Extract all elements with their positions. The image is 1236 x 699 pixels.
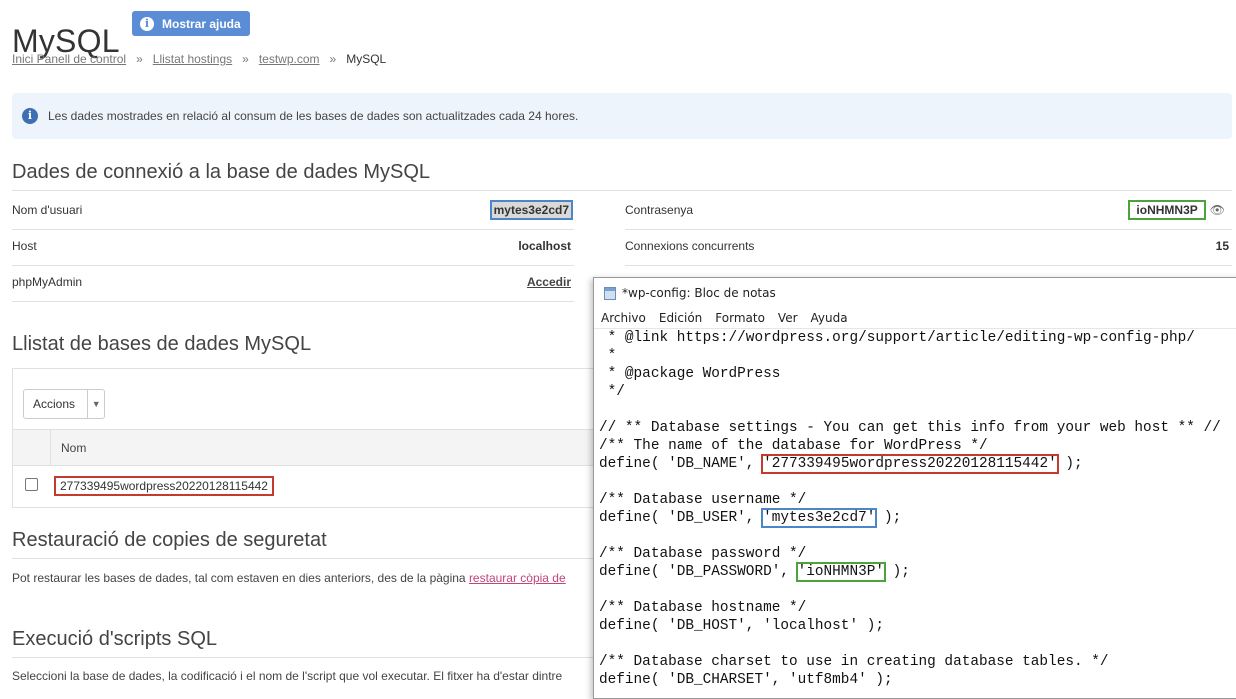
password-label: Contrasenya (625, 203, 694, 217)
db-list-panel: Accions ▼ Nom 277339495wordpress20220128… (12, 368, 612, 508)
host-value: localhost (518, 239, 571, 253)
code-line: define( 'DB_USER', 'mytes3e2cd7' ); (599, 508, 902, 528)
code-line: ​ (599, 635, 1221, 653)
code-line: ​ (599, 473, 1221, 491)
code-line: ​ (599, 581, 1221, 599)
breadcrumb-home[interactable]: Inici Panell de control (12, 52, 126, 66)
restore-heading: Restauració de copies de seguretat (12, 529, 327, 551)
phpmyadmin-link[interactable]: Accedir (527, 275, 571, 289)
menu-formato[interactable]: Formato (715, 311, 765, 325)
notepad-titlebar[interactable]: *wp-config: Bloc de notas (604, 286, 776, 300)
menu-edicion[interactable]: Edición (659, 311, 702, 325)
connection-heading: Dades de connexió a la base de dades MyS… (12, 161, 431, 183)
user-row: Nom d'usuari mytes3e2cd7 (12, 192, 573, 228)
breadcrumb: Inici Panell de control » Llistat hostings… (12, 52, 386, 66)
database-name[interactable]: 277339495wordpress20220128115442 (54, 476, 274, 496)
chevron-down-icon: ▼ (87, 390, 104, 418)
divider (12, 190, 1232, 191)
info-notice: i Les dades mostrades en relació al cons… (12, 93, 1232, 139)
notepad-editor[interactable]: * @link https://wordpress.org/support/ar… (599, 329, 1221, 689)
notice-text: Les dades mostrades en relació al consum… (48, 109, 579, 123)
column-name-header[interactable]: Nom (61, 441, 86, 455)
scripts-text: Seleccioni la base de dades, la codifica… (12, 669, 563, 683)
password-value[interactable]: ioNHMN3P (1128, 200, 1206, 220)
code-line: ​ (599, 401, 1221, 419)
notepad-title: *wp-config: Bloc de notas (622, 286, 776, 300)
actions-dropdown[interactable]: Accions ▼ (23, 389, 105, 419)
notepad-icon (604, 286, 616, 300)
connections-label: Connexions concurrents (625, 239, 755, 253)
restore-link[interactable]: restaurar còpia de (469, 571, 566, 585)
phpmyadmin-row: phpMyAdmin Accedir (12, 264, 571, 300)
breadcrumb-separator: » (136, 52, 143, 66)
code-line: ​ (599, 527, 1221, 545)
connections-value: 15 (1215, 239, 1229, 253)
code-line: /** Database charset to use in creating … (599, 654, 1109, 670)
code-line: define( 'DB_HOST', 'localhost' ); (599, 618, 884, 634)
password-row: Contrasenya ioNHMN3P 👁 (625, 192, 1225, 228)
code-line: /** Database hostname */ (599, 600, 807, 616)
menu-ver[interactable]: Ver (778, 311, 798, 325)
table-header: Nom (13, 429, 612, 466)
show-help-button[interactable]: i Mostrar ajuda (132, 11, 250, 36)
actions-label: Accions (33, 397, 76, 411)
divider (12, 301, 574, 302)
divider (12, 558, 612, 559)
eye-icon[interactable]: 👁 (1210, 203, 1225, 217)
divider (12, 657, 612, 658)
row-checkbox[interactable] (25, 478, 38, 491)
code-line: * @link https://wordpress.org/support/ar… (599, 330, 1195, 346)
phpmyadmin-label: phpMyAdmin (12, 275, 83, 289)
info-icon: i (140, 16, 154, 31)
info-icon: i (22, 108, 38, 124)
breadcrumb-separator: » (242, 52, 249, 66)
code-line: /** Database username */ (599, 492, 807, 508)
db-list-heading: Llistat de bases de dades MySQL (12, 333, 312, 355)
user-label: Nom d'usuari (12, 203, 83, 217)
host-row: Host localhost (12, 228, 571, 264)
scripts-heading: Execució d'scripts SQL (12, 628, 218, 650)
code-line: define( 'DB_CHARSET', 'utf8mb4' ); (599, 672, 893, 688)
code-line: // ** Database settings - You can get th… (599, 420, 1221, 436)
db-user-highlight: 'mytes3e2cd7' (761, 508, 878, 528)
code-line: /** The name of the database for WordPre… (599, 438, 988, 454)
code-line: * (599, 348, 617, 364)
host-label: Host (12, 239, 37, 253)
divider (625, 265, 1232, 266)
notepad-menubar: Archivo Edición Formato Ver Ayuda (601, 311, 848, 325)
code-line: define( 'DB_PASSWORD', 'ioNHMN3P' ); (599, 562, 910, 582)
code-line: * @package WordPress (599, 366, 781, 382)
restore-text: Pot restaurar les bases de dades, tal co… (12, 571, 566, 585)
breadcrumb-separator: » (329, 52, 337, 66)
notepad-window[interactable]: *wp-config: Bloc de notas Archivo Edició… (593, 277, 1236, 699)
breadcrumb-domain[interactable]: testwp.com (259, 52, 320, 66)
code-line: define( 'DB_NAME', '277339495wordpress20… (599, 454, 1083, 474)
user-value[interactable]: mytes3e2cd7 (489, 200, 573, 220)
code-line: /** Database password */ (599, 546, 807, 562)
show-help-label: Mostrar ajuda (162, 16, 241, 31)
db-name-highlight: '277339495wordpress20220128115442' (761, 454, 1059, 474)
code-line: */ (599, 384, 625, 400)
connections-row: Connexions concurrents 15 (625, 228, 1229, 264)
breadcrumb-current: MySQL (346, 52, 387, 66)
breadcrumb-hostings[interactable]: Llistat hostings (153, 52, 232, 66)
db-password-highlight: 'ioNHMN3P' (795, 562, 886, 582)
menu-archivo[interactable]: Archivo (601, 311, 646, 325)
menu-ayuda[interactable]: Ayuda (811, 311, 848, 325)
